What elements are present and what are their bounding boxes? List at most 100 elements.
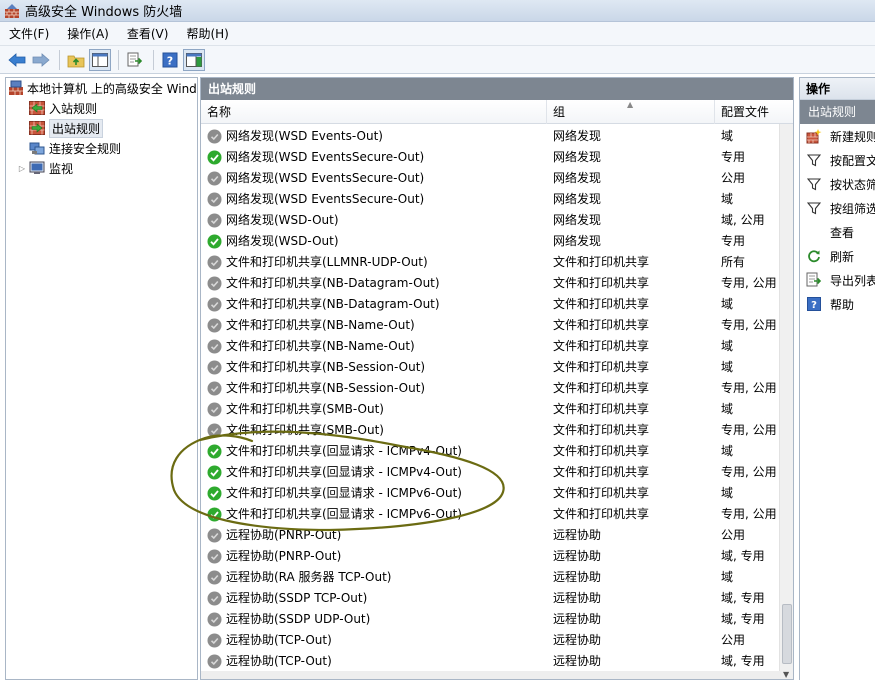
column-header-name[interactable]: 名称	[201, 100, 547, 124]
rule-name: 网络发现(WSD-Out)	[226, 213, 339, 227]
column-header-profile[interactable]: 配置文件	[715, 100, 781, 124]
rule-group: 远程协助	[553, 570, 602, 584]
up-level-button[interactable]	[65, 49, 87, 71]
rule-group: 文件和打印机共享	[553, 360, 650, 374]
rule-name-cell: 文件和打印机共享(回显请求 - ICMPv4-Out)	[207, 441, 547, 462]
rule-profile: 公用	[721, 171, 746, 185]
action-item[interactable]: ? 帮助	[800, 292, 875, 316]
rule-name: 文件和打印机共享(LLMNR-UDP-Out)	[226, 255, 428, 269]
rule-name: 网络发现(WSD EventsSecure-Out)	[226, 150, 425, 164]
show-hide-tree-button[interactable]	[89, 48, 111, 71]
rule-profile: 域	[721, 129, 734, 143]
tree-item-outbound-rules[interactable]: 出站规则	[6, 118, 197, 138]
table-row[interactable]: 文件和打印机共享(回显请求 - ICMPv4-Out) 文件和打印机共享 域	[201, 441, 781, 462]
rule-profile: 域	[721, 444, 734, 458]
rule-profile: 域, 专用	[721, 654, 765, 668]
firewall-icon	[5, 3, 19, 18]
rule-profile: 域, 专用	[721, 549, 765, 563]
table-row[interactable]: 文件和打印机共享(回显请求 - ICMPv6-Out) 文件和打印机共享 专用, 公…	[201, 504, 781, 525]
rule-group: 文件和打印机共享	[553, 507, 650, 521]
horizontal-scrollbar[interactable]	[201, 671, 781, 679]
action-item[interactable]: 按组筛选	[800, 196, 875, 220]
show-hide-action-pane-button[interactable]	[183, 48, 205, 71]
action-item[interactable]: 导出列表...	[800, 268, 875, 292]
back-button[interactable]	[6, 49, 28, 71]
table-row[interactable]: 网络发现(WSD EventsSecure-Out) 网络发现 专用	[201, 147, 781, 168]
table-row[interactable]: 文件和打印机共享(LLMNR-UDP-Out) 文件和打印机共享 所有	[201, 252, 781, 273]
rule-name-cell: 网络发现(WSD-Out)	[207, 210, 547, 231]
actions-section-outbound[interactable]: 出站规则	[800, 100, 875, 124]
table-row[interactable]: 远程协助(PNRP-Out) 远程协助 域, 专用	[201, 546, 781, 567]
rule-name: 文件和打印机共享(NB-Name-Out)	[226, 339, 415, 353]
tree-item-connection-security-rules[interactable]: 连接安全规则	[6, 138, 197, 158]
table-row[interactable]: 网络发现(WSD EventsSecure-Out) 网络发现 域	[201, 189, 781, 210]
table-row[interactable]: 文件和打印机共享(NB-Session-Out) 文件和打印机共享 专用, 公用	[201, 378, 781, 399]
rule-group: 文件和打印机共享	[553, 465, 650, 479]
table-row[interactable]: 文件和打印机共享(NB-Name-Out) 文件和打印机共享 域	[201, 336, 781, 357]
tree-item-label: 出站规则	[49, 118, 104, 138]
table-row[interactable]: 文件和打印机共享(SMB-Out) 文件和打印机共享 专用, 公用	[201, 420, 781, 441]
rules-pane: 出站规则 名称 组 配置文件 ▲ 网络发现(WSD Events-Out) 网络发…	[200, 77, 794, 680]
action-item[interactable]: 按状态筛选	[800, 172, 875, 196]
table-row[interactable]: 网络发现(WSD-Out) 网络发现 域, 公用	[201, 210, 781, 231]
rule-name: 文件和打印机共享(回显请求 - ICMPv6-Out)	[226, 486, 462, 500]
menu-help[interactable]: 帮助(H)	[177, 22, 237, 46]
table-row[interactable]: 远程协助(TCP-Out) 远程协助 公用	[201, 630, 781, 651]
table-row[interactable]: 网络发现(WSD-Out) 网络发现 专用	[201, 231, 781, 252]
disabled-check-icon	[207, 402, 222, 417]
tree-item-label: 入站规则	[49, 101, 98, 116]
rule-group: 网络发现	[553, 234, 602, 248]
rule-name: 远程协助(SSDP UDP-Out)	[226, 612, 371, 626]
table-row[interactable]: 文件和打印机共享(NB-Session-Out) 文件和打印机共享 域	[201, 357, 781, 378]
enabled-check-icon	[207, 486, 222, 501]
table-row[interactable]: 远程协助(TCP-Out) 远程协助 域, 专用	[201, 651, 781, 672]
rule-group: 文件和打印机共享	[553, 276, 650, 290]
vertical-scrollbar[interactable]: ▼	[779, 124, 793, 679]
table-row[interactable]: 远程协助(PNRP-Out) 远程协助 公用	[201, 525, 781, 546]
svg-text:?: ?	[167, 54, 173, 67]
rule-name-cell: 文件和打印机共享(SMB-Out)	[207, 399, 547, 420]
rule-group: 文件和打印机共享	[553, 423, 650, 437]
rule-profile: 域	[721, 402, 734, 416]
table-row[interactable]: 文件和打印机共享(NB-Name-Out) 文件和打印机共享 专用, 公用	[201, 315, 781, 336]
action-item[interactable]: 查看	[800, 220, 875, 244]
rule-group: 文件和打印机共享	[553, 297, 650, 311]
table-row[interactable]: 远程协助(RA 服务器 TCP-Out) 远程协助 域	[201, 567, 781, 588]
tree-root[interactable]: 本地计算机 上的高级安全 Windows	[6, 78, 197, 98]
tree-item-monitoring[interactable]: ▷ 监视	[6, 158, 197, 178]
menu-view[interactable]: 查看(V)	[118, 22, 178, 46]
folder-up-icon	[67, 55, 85, 67]
help-button[interactable]: ?	[159, 49, 181, 71]
disabled-check-icon	[207, 297, 222, 312]
menu-file[interactable]: 文件(F)	[0, 22, 58, 46]
table-row[interactable]: 网络发现(WSD EventsSecure-Out) 网络发现 公用	[201, 168, 781, 189]
table-row[interactable]: 文件和打印机共享(SMB-Out) 文件和打印机共享 域	[201, 399, 781, 420]
table-row[interactable]: 文件和打印机共享(回显请求 - ICMPv4-Out) 文件和打印机共享 专用, 公…	[201, 462, 781, 483]
rule-name: 文件和打印机共享(NB-Name-Out)	[226, 318, 415, 332]
table-row[interactable]: 文件和打印机共享(NB-Datagram-Out) 文件和打印机共享 专用, 公用	[201, 273, 781, 294]
rule-name-cell: 网络发现(WSD EventsSecure-Out)	[207, 189, 547, 210]
rule-name-cell: 文件和打印机共享(NB-Datagram-Out)	[207, 294, 547, 315]
expand-arrow-icon[interactable]: ▷	[16, 164, 28, 173]
table-row[interactable]: 远程协助(SSDP UDP-Out) 远程协助 域, 专用	[201, 609, 781, 630]
rule-group: 网络发现	[553, 192, 602, 206]
rule-name-cell: 远程协助(TCP-Out)	[207, 651, 547, 672]
scroll-down-arrow-icon[interactable]: ▼	[783, 670, 789, 679]
action-item[interactable]: 新建规则...	[800, 124, 875, 148]
sort-ascending-icon: ▲	[627, 100, 634, 109]
table-row[interactable]: 文件和打印机共享(NB-Datagram-Out) 文件和打印机共享 域	[201, 294, 781, 315]
rule-group: 网络发现	[553, 129, 602, 143]
action-item[interactable]: 按配置文件筛选	[800, 148, 875, 172]
rules-pane-header: 出站规则	[201, 78, 793, 100]
toolbar-separator	[118, 49, 119, 70]
action-item[interactable]: 刷新	[800, 244, 875, 268]
forward-button[interactable]	[30, 49, 52, 71]
tree-item-inbound-rules[interactable]: 入站规则	[6, 98, 197, 118]
export-list-button[interactable]	[124, 49, 146, 71]
table-row[interactable]: 远程协助(SSDP TCP-Out) 远程协助 域, 专用	[201, 588, 781, 609]
table-row[interactable]: 文件和打印机共享(回显请求 - ICMPv6-Out) 文件和打印机共享 域	[201, 483, 781, 504]
rule-name-cell: 文件和打印机共享(NB-Session-Out)	[207, 378, 547, 399]
menu-action[interactable]: 操作(A)	[58, 22, 118, 46]
table-row[interactable]: 网络发现(WSD Events-Out) 网络发现 域	[201, 126, 781, 147]
scrollbar-thumb[interactable]	[782, 604, 792, 664]
